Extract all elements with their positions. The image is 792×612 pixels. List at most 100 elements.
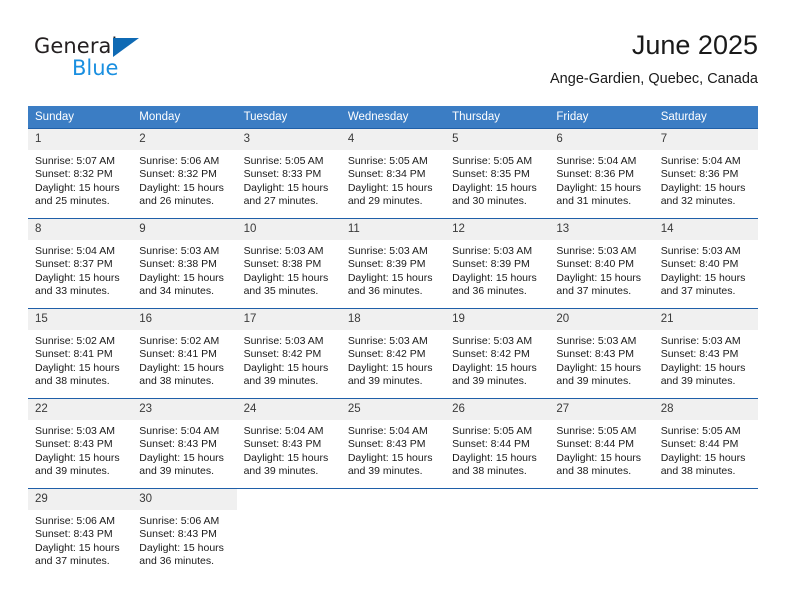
sunset-text: Sunset: 8:44 PM — [556, 438, 635, 451]
calendar-week-row: 1 Sunrise: 5:07 AM Sunset: 8:32 PM Daylight… — [28, 128, 758, 219]
weekday-header-sunday: Sunday — [28, 106, 133, 129]
calendar-day-cell[interactable]: 26 Sunrise: 5:05 AM Sunset: 8:44 PM Dayligh… — [445, 398, 550, 489]
daylight-text-line2: and 34 minutes. — [139, 285, 214, 298]
calendar-day-cell[interactable]: 2 Sunrise: 5:06 AM Sunset: 8:32 PM Daylight… — [132, 128, 237, 219]
brand-name-general: General — [34, 34, 118, 58]
day-number: 2 — [132, 129, 237, 150]
calendar-day-cell[interactable]: 4 Sunrise: 5:05 AM Sunset: 8:34 PM Daylight… — [340, 128, 446, 219]
daylight-text-line2: and 33 minutes. — [35, 285, 110, 298]
daylight-text-line2: and 39 minutes. — [139, 465, 214, 478]
calendar-day-cell[interactable]: 12 Sunrise: 5:03 AM Sunset: 8:39 PM Dayligh… — [445, 218, 550, 309]
sunrise-text: Sunrise: 5:03 AM — [556, 245, 637, 257]
sunrise-text: Sunrise: 5:03 AM — [139, 245, 220, 257]
daylight-text-line1: Daylight: 15 hours — [243, 181, 329, 194]
daylight-text-line2: and 39 minutes. — [660, 375, 736, 388]
day-details: Sunrise: 5:04 AM Sunset: 8:43 PM Daylight:… — [341, 420, 445, 479]
daylight-text-line2: and 38 minutes. — [660, 465, 736, 478]
calendar-day-cell[interactable]: 6 Sunrise: 5:04 AM Sunset: 8:36 PM Daylight… — [549, 128, 654, 219]
calendar-day-cell[interactable]: 24 Sunrise: 5:04 AM Sunset: 8:43 PM Dayligh… — [236, 398, 341, 489]
calendar-day-cell[interactable]: 3 Sunrise: 5:05 AM Sunset: 8:33 PM Daylight… — [236, 128, 341, 219]
sunset-text: Sunset: 8:32 PM — [139, 168, 217, 181]
daylight-text-line2: and 38 minutes. — [35, 375, 110, 388]
daylight-text-line2: and 31 minutes. — [556, 195, 632, 208]
sunset-text: Sunset: 8:40 PM — [660, 258, 739, 271]
calendar-week-row: 29 Sunrise: 5:06 AM Sunset: 8:43 PM Dayligh… — [28, 488, 758, 578]
daylight-text-line1: Daylight: 15 hours — [660, 361, 746, 374]
sunrise-text: Sunrise: 5:03 AM — [243, 245, 324, 257]
calendar-week-row: 15 Sunrise: 5:02 AM Sunset: 8:41 PM Dayligh… — [28, 308, 758, 399]
sunset-text: Sunset: 8:39 PM — [347, 258, 426, 271]
day-details: Sunrise: 5:04 AM Sunset: 8:43 PM Daylight:… — [237, 420, 341, 479]
calendar-day-cell[interactable]: 8 Sunrise: 5:04 AM Sunset: 8:37 PM Daylight… — [28, 218, 133, 309]
calendar-day-cell[interactable]: 25 Sunrise: 5:04 AM Sunset: 8:43 PM Dayligh… — [340, 398, 446, 489]
daylight-text-line1: Daylight: 15 hours — [35, 451, 120, 464]
calendar-day-cell[interactable]: 28 Sunrise: 5:05 AM Sunset: 8:44 PM Dayligh… — [653, 398, 758, 489]
daylight-text-line1: Daylight: 15 hours — [556, 451, 642, 464]
sunrise-text: Sunrise: 5:07 AM — [35, 155, 115, 167]
calendar-day-cell[interactable]: 21 Sunrise: 5:03 AM Sunset: 8:43 PM Dayligh… — [653, 308, 758, 399]
day-number: 30 — [132, 489, 237, 510]
calendar-day-cell[interactable]: 16 Sunrise: 5:02 AM Sunset: 8:41 PM Dayligh… — [132, 308, 237, 399]
calendar-day-cell[interactable]: 14 Sunrise: 5:03 AM Sunset: 8:40 PM Dayligh… — [653, 218, 758, 309]
title-block: June 2025 Ange-Gardien, Quebec, Canada — [550, 28, 758, 90]
daylight-text-line2: and 30 minutes. — [452, 195, 527, 208]
daylight-text-line2: and 36 minutes. — [139, 555, 214, 568]
sunrise-text: Sunrise: 5:05 AM — [347, 155, 428, 167]
calendar-day-cell[interactable]: 18 Sunrise: 5:03 AM Sunset: 8:42 PM Dayligh… — [340, 308, 446, 399]
daylight-text-line2: and 35 minutes. — [243, 285, 319, 298]
day-details: Sunrise: 5:06 AM Sunset: 8:32 PM Daylight:… — [132, 150, 236, 209]
calendar-day-cell[interactable]: 27 Sunrise: 5:05 AM Sunset: 8:44 PM Dayligh… — [549, 398, 654, 489]
sunrise-text: Sunrise: 5:03 AM — [452, 335, 533, 347]
calendar-day-cell[interactable]: 1 Sunrise: 5:07 AM Sunset: 8:32 PM Daylight… — [28, 128, 133, 219]
sunrise-text: Sunrise: 5:04 AM — [139, 425, 220, 437]
calendar-day-cell[interactable]: 20 Sunrise: 5:03 AM Sunset: 8:43 PM Dayligh… — [549, 308, 654, 399]
calendar-day-cell[interactable]: 19 Sunrise: 5:03 AM Sunset: 8:42 PM Dayligh… — [445, 308, 550, 399]
calendar-day-cell[interactable]: 7 Sunrise: 5:04 AM Sunset: 8:36 PM Daylight… — [653, 128, 758, 219]
brand-logo[interactable]: General Blue — [34, 34, 224, 90]
sunset-text: Sunset: 8:43 PM — [139, 528, 217, 541]
daylight-text-line2: and 39 minutes. — [243, 375, 319, 388]
sunrise-text: Sunrise: 5:03 AM — [660, 245, 741, 257]
sunrise-text: Sunrise: 5:05 AM — [243, 155, 324, 167]
calendar-cell-empty — [549, 488, 654, 578]
day-details: Sunrise: 5:03 AM Sunset: 8:43 PM Daylight:… — [549, 330, 653, 389]
daylight-text-line2: and 38 minutes. — [452, 465, 527, 478]
sunrise-text: Sunrise: 5:06 AM — [139, 155, 220, 167]
calendar-day-cell[interactable]: 11 Sunrise: 5:03 AM Sunset: 8:39 PM Dayligh… — [340, 218, 446, 309]
day-number: 1 — [28, 129, 133, 150]
daylight-text-line1: Daylight: 15 hours — [347, 451, 433, 464]
daylight-text-line1: Daylight: 15 hours — [452, 361, 537, 374]
daylight-text-line2: and 39 minutes. — [347, 375, 423, 388]
calendar-day-cell[interactable]: 30 Sunrise: 5:06 AM Sunset: 8:43 PM Dayligh… — [132, 488, 237, 578]
calendar-day-cell[interactable]: 23 Sunrise: 5:04 AM Sunset: 8:43 PM Dayligh… — [132, 398, 237, 489]
calendar-day-cell[interactable]: 13 Sunrise: 5:03 AM Sunset: 8:40 PM Dayligh… — [549, 218, 654, 309]
calendar-day-cell[interactable]: 9 Sunrise: 5:03 AM Sunset: 8:38 PM Daylight… — [132, 218, 237, 309]
sunset-text: Sunset: 8:36 PM — [556, 168, 635, 181]
day-number: 18 — [340, 309, 446, 330]
calendar-day-cell[interactable]: 10 Sunrise: 5:03 AM Sunset: 8:38 PM Dayligh… — [236, 218, 341, 309]
day-number — [445, 489, 550, 510]
calendar-day-cell[interactable]: 22 Sunrise: 5:03 AM Sunset: 8:43 PM Dayligh… — [28, 398, 133, 489]
sunrise-text: Sunrise: 5:04 AM — [556, 155, 637, 167]
day-details: Sunrise: 5:03 AM Sunset: 8:40 PM Daylight:… — [549, 240, 653, 299]
day-details: Sunrise: 5:03 AM Sunset: 8:42 PM Daylight:… — [237, 330, 341, 389]
calendar-day-cell[interactable]: 15 Sunrise: 5:02 AM Sunset: 8:41 PM Dayligh… — [28, 308, 133, 399]
calendar-header-row: Sunday Monday Tuesday Wednesday Thursday… — [28, 106, 758, 129]
weekday-header-thursday: Thursday — [445, 106, 550, 129]
sunset-text: Sunset: 8:38 PM — [243, 258, 322, 271]
sunset-text: Sunset: 8:43 PM — [347, 438, 426, 451]
day-details: Sunrise: 5:03 AM Sunset: 8:38 PM Daylight:… — [132, 240, 236, 299]
day-number: 7 — [653, 129, 758, 150]
day-number: 27 — [549, 399, 654, 420]
sunrise-text: Sunrise: 5:06 AM — [35, 515, 115, 527]
calendar-day-cell[interactable]: 17 Sunrise: 5:03 AM Sunset: 8:42 PM Dayligh… — [236, 308, 341, 399]
sunrise-text: Sunrise: 5:03 AM — [660, 335, 741, 347]
calendar-day-cell[interactable]: 29 Sunrise: 5:06 AM Sunset: 8:43 PM Dayligh… — [28, 488, 133, 578]
day-details: Sunrise: 5:04 AM Sunset: 8:36 PM Daylight:… — [654, 150, 758, 209]
calendar-day-cell[interactable]: 5 Sunrise: 5:05 AM Sunset: 8:35 PM Daylight… — [445, 128, 550, 219]
day-number: 13 — [549, 219, 654, 240]
sunrise-text: Sunrise: 5:05 AM — [556, 425, 637, 437]
daylight-text-line1: Daylight: 15 hours — [139, 271, 224, 284]
daylight-text-line2: and 29 minutes. — [347, 195, 423, 208]
day-number: 19 — [445, 309, 550, 330]
